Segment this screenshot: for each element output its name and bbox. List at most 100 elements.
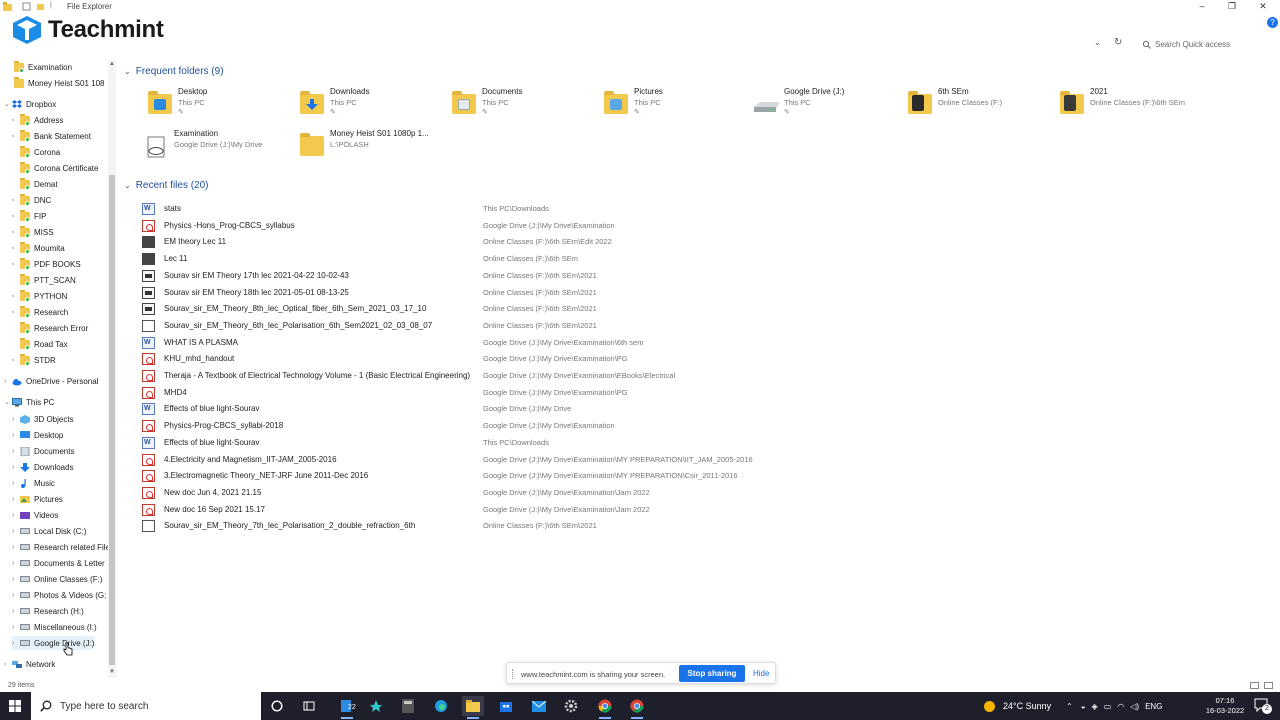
- show-hidden-icons-chevron-icon[interactable]: ⌃: [1066, 702, 1073, 711]
- nav-item-3d-objects[interactable]: › 3D Objects: [12, 412, 74, 426]
- recent-file-row[interactable]: stats This PC\Downloads: [141, 201, 941, 217]
- recent-file-row[interactable]: Theraja - A Textbook of Electrical Techn…: [141, 368, 941, 384]
- nav-item-network[interactable]: › Network: [4, 657, 55, 671]
- edge-browser-icon[interactable]: [430, 696, 452, 716]
- maximize-button[interactable]: ❐: [1217, 1, 1247, 12]
- scroll-down-icon[interactable]: ▼: [108, 669, 116, 675]
- nav-item-dropbox-python[interactable]: › PYTHON: [12, 289, 67, 303]
- weather-widget[interactable]: 24°C Sunny: [983, 692, 1051, 720]
- nav-item-dropbox-stdr[interactable]: › STDR: [12, 353, 56, 367]
- microsoft-store-icon[interactable]: [495, 696, 517, 716]
- nav-item-local-disk-c[interactable]: › Local Disk (C:): [12, 524, 86, 538]
- nav-item-dropbox-corona[interactable]: Corona: [12, 145, 60, 159]
- recent-file-row[interactable]: 3.Electromagnetic Theory_NET-JRF June 20…: [141, 468, 941, 484]
- chrome-browser-icon[interactable]: [594, 696, 616, 719]
- recent-file-row[interactable]: Effects of blue light-Sourav This PC\Down…: [141, 435, 941, 451]
- nav-item-online-classes-f[interactable]: › Online Classes (F:): [12, 572, 102, 586]
- recent-file-row[interactable]: KHU_mhd_handout Google Drive (J:)\My Driv…: [141, 351, 941, 367]
- nav-item-money-heist[interactable]: Money Heist S01 108: [14, 76, 105, 90]
- file-explorer-taskbar-icon[interactable]: [462, 696, 484, 719]
- drag-grip-icon[interactable]: [512, 669, 514, 679]
- expand-chevron-icon[interactable]: ›: [4, 661, 12, 668]
- recent-files-header[interactable]: ⌄ Recent files (20): [124, 180, 209, 191]
- nav-scrollbar[interactable]: ▲ ▼: [108, 60, 116, 678]
- nav-item-dropbox-research-error[interactable]: Research Error: [12, 321, 88, 335]
- nav-item-music[interactable]: › Music: [12, 476, 55, 490]
- nav-item-documents-letter[interactable]: › Documents & Letter: [12, 556, 105, 570]
- dropbox-tray-icon[interactable]: ◈: [1092, 702, 1098, 711]
- nav-item-google-drive-j[interactable]: › Google Drive (J:): [12, 636, 95, 650]
- battery-icon[interactable]: ▭: [1104, 702, 1112, 711]
- language-indicator[interactable]: ENG: [1145, 702, 1162, 711]
- nav-item-dropbox-corona-certificate[interactable]: Corona Certificate: [12, 161, 98, 175]
- nav-item-miscellaneous-i[interactable]: › Miscellaneous (I:): [12, 620, 97, 634]
- wifi-icon[interactable]: ◠: [1117, 702, 1124, 711]
- cortana-icon[interactable]: [266, 696, 288, 716]
- settings-gear-icon[interactable]: [560, 696, 582, 716]
- recent-file-row[interactable]: New doc 16 Sep 2021 15.17 Google Drive (J…: [141, 502, 941, 518]
- recent-file-row[interactable]: Physics -Hons_Prog-CBCS_syllabus Google D…: [141, 218, 941, 234]
- nav-item-this-pc[interactable]: ⌄ This PC: [4, 395, 54, 409]
- nav-item-dropbox-dnc[interactable]: › DNC: [12, 193, 51, 207]
- recent-locations-chevron-icon[interactable]: ⌄: [1094, 38, 1101, 47]
- nav-item-documents[interactable]: › Documents: [12, 444, 74, 458]
- recent-file-row[interactable]: New doc Jun 4, 2021 21.15 Google Drive (J…: [141, 485, 941, 501]
- quick-access-toolbar-dropdown-icon[interactable]: |: [50, 2, 52, 11]
- folder-tile-pictures[interactable]: Pictures This PC ✎: [602, 86, 752, 120]
- navigation-pane[interactable]: Examination Money Heist S01 108 ⌄ Dropbo…: [0, 60, 108, 678]
- taskbar-app-calculator-icon[interactable]: [397, 696, 419, 716]
- nav-item-dropbox-road-tax[interactable]: Road Tax: [12, 337, 68, 351]
- nav-item-dropbox-moumita[interactable]: › Moumita: [12, 241, 65, 255]
- nav-item-dropbox-pdf-books[interactable]: › PDF BOOKS: [12, 257, 81, 271]
- collapse-chevron-icon[interactable]: ⌄: [4, 398, 12, 406]
- recent-file-row[interactable]: Sourav_sir_EM_Theory_7th_lec_Polarisatio…: [141, 518, 941, 534]
- taskbar-app-docs[interactable]: 22: [336, 696, 358, 719]
- taskbar-app-maple-icon[interactable]: [365, 696, 387, 716]
- folder-tile-6th-sem[interactable]: 6th SEm Online Classes (F:): [906, 86, 1056, 120]
- nav-item-videos[interactable]: › Videos: [12, 508, 58, 522]
- recent-file-row[interactable]: Sourav sir EM Theory 17th lec 2021-04-22…: [141, 268, 941, 284]
- folder-tile-downloads[interactable]: Downloads This PC ✎: [298, 86, 448, 120]
- nav-item-examination[interactable]: Examination: [14, 60, 72, 74]
- collapse-chevron-icon[interactable]: ⌄: [124, 67, 131, 76]
- volume-icon[interactable]: ◁): [1130, 702, 1139, 711]
- nav-item-photos-videos-g[interactable]: › Photos & Videos (G:: [12, 588, 106, 602]
- task-view-icon[interactable]: [298, 696, 320, 716]
- collapse-chevron-icon[interactable]: ⌄: [124, 181, 131, 190]
- recent-file-row[interactable]: EM theory Lec 11 Online Classes (F:)\6th …: [141, 234, 941, 250]
- system-tray[interactable]: ⌃ ◒ ◈ ▭ ◠ ◁) ENG: [1066, 692, 1162, 720]
- folder-tile-2021[interactable]: 2021 Online Classes (F:)\6th SEm: [1058, 86, 1208, 120]
- hide-button[interactable]: Hide: [753, 669, 769, 678]
- nav-item-dropbox-bank-statement[interactable]: › Bank Statement: [12, 129, 91, 143]
- recent-file-row[interactable]: WHAT IS A PLASMA Google Drive (J:)\My Dri…: [141, 335, 941, 351]
- folder-tile-documents[interactable]: Documents This PC ✎: [450, 86, 600, 120]
- properties-icon[interactable]: [22, 2, 31, 11]
- help-icon[interactable]: ?: [1267, 17, 1278, 28]
- nav-item-dropbox-miss[interactable]: › MISS: [12, 225, 54, 239]
- details-view-icon[interactable]: [1250, 682, 1259, 689]
- recent-file-row[interactable]: MHD4 Google Drive (J:)\My Drive\Examinati…: [141, 385, 941, 401]
- taskbar-search-box[interactable]: [31, 692, 261, 720]
- recent-file-row[interactable]: Physics-Prog-CBCS_syllabi-2018 Google Dri…: [141, 418, 941, 434]
- folder-tile-money-heist[interactable]: Money Heist S01 1080p 1... L:\POLASH: [298, 128, 448, 162]
- recent-file-row[interactable]: 4.Electricity and Magnetism_IIT-JAM_2005…: [141, 452, 941, 468]
- chrome-browser-second-icon[interactable]: [626, 696, 648, 719]
- nav-item-dropbox[interactable]: ⌄ Dropbox: [4, 97, 56, 111]
- nav-item-desktop[interactable]: › Desktop: [12, 428, 63, 442]
- onedrive-tray-icon[interactable]: ◒: [1081, 702, 1086, 711]
- collapse-chevron-icon[interactable]: ⌄: [4, 100, 12, 108]
- scroll-up-icon[interactable]: ▲: [108, 61, 116, 67]
- new-folder-icon[interactable]: [36, 2, 45, 11]
- folder-tile-examination[interactable]: Examination Google Drive (J:)\My Drive: [142, 128, 292, 162]
- frequent-folders-header[interactable]: ⌄ Frequent folders (9): [124, 66, 224, 77]
- folder-tile-desktop[interactable]: Desktop This PC ✎: [146, 86, 296, 120]
- folder-tile-google-drive[interactable]: Google Drive (J:) This PC ✎: [752, 86, 902, 120]
- recent-file-row[interactable]: Lec 11 Online Classes (F:)\6th SEm: [141, 251, 941, 267]
- large-icons-view-icon[interactable]: [1264, 682, 1273, 689]
- windows-start-icon[interactable]: [9, 700, 21, 712]
- scroll-thumb[interactable]: [109, 175, 115, 665]
- search-box[interactable]: [1142, 36, 1262, 52]
- expand-chevron-icon[interactable]: ›: [4, 378, 12, 385]
- nav-item-dropbox-demat[interactable]: Demat: [12, 177, 58, 191]
- recent-file-row[interactable]: Sourav_sir_EM_Theory_8th_lec_Optical_fib…: [141, 301, 941, 317]
